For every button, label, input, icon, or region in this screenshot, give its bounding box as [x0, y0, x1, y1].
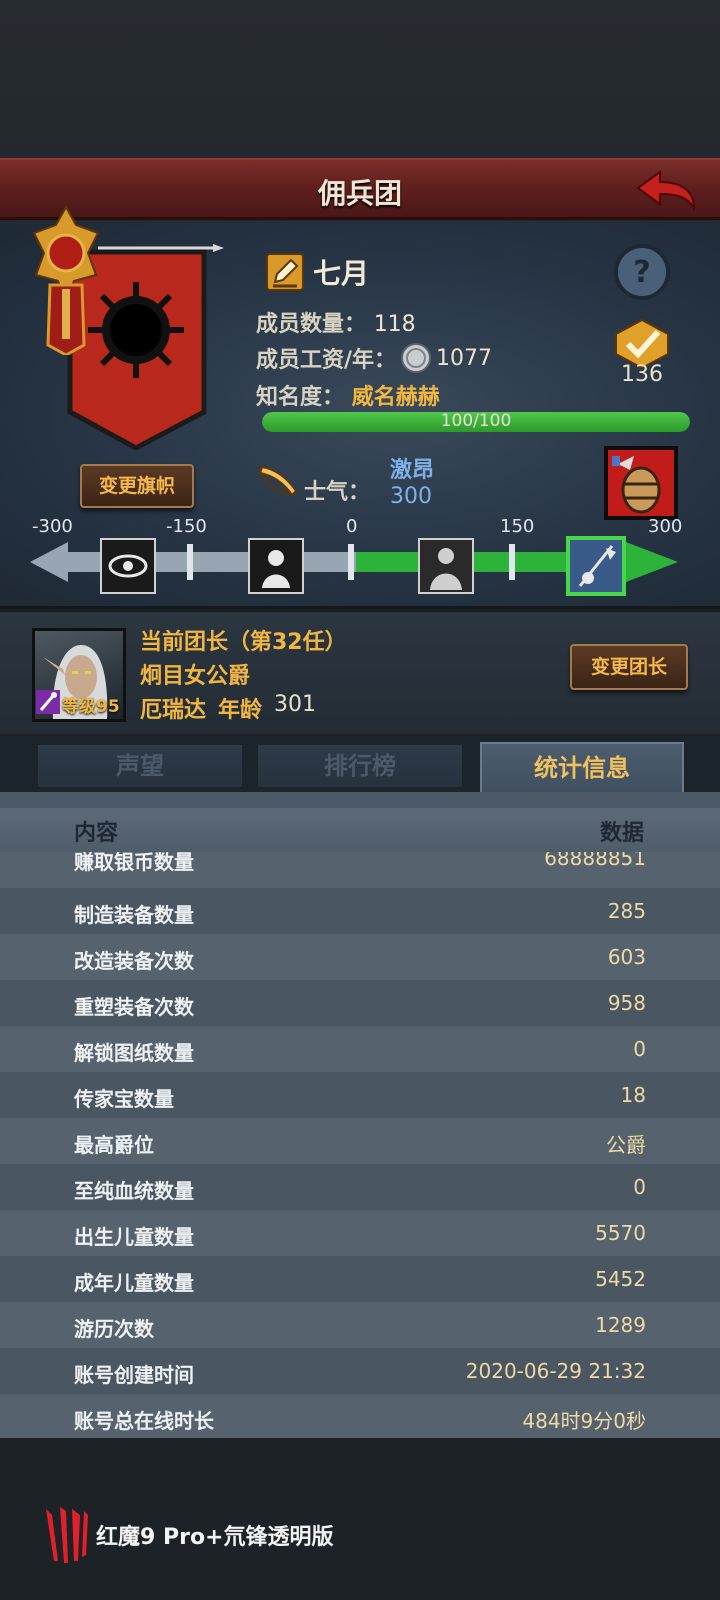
war-horn-icon: [258, 465, 298, 497]
morale-tick-1: -300: [32, 516, 73, 537]
badge-count: 136: [621, 362, 663, 387]
row-label: 改造装备次数: [74, 949, 194, 973]
leader-info-row: 厄瑞达 年龄 301: [140, 692, 316, 724]
wage-stat: 成员工资/年： 1077: [256, 342, 492, 374]
row-label: 出生儿童数量: [74, 1225, 194, 1249]
table-row: 改造装备次数 603: [0, 934, 720, 980]
row-value: 公爵: [606, 1133, 646, 1157]
morale-tick-2: -150: [166, 516, 207, 537]
morale-tick-4: 150: [500, 516, 535, 537]
table-row: 赚取银币数量 68888851: [0, 852, 720, 888]
row-value: 18: [620, 1083, 646, 1107]
svg-text:?: ?: [633, 255, 650, 290]
leader-age-label: 年龄: [218, 698, 263, 723]
row-label: 游历次数: [74, 1317, 154, 1341]
morale-state: 激昂: [390, 458, 435, 483]
fame-stat: 知名度： 威名赫赫: [256, 379, 440, 411]
tab-reputation[interactable]: 声望: [38, 745, 242, 787]
leader-current: 当前团长（第32任）: [140, 630, 347, 655]
statistics-list[interactable]: 赚取银币数量 68888851 制造装备数量 285 改造装备次数 603 重塑装备次…: [0, 852, 720, 1438]
fame-label: 知名度：: [256, 385, 345, 410]
rally-banner-icon[interactable]: [566, 536, 626, 596]
tab-leaderboard[interactable]: 排行榜: [258, 745, 462, 787]
table-row: 至纯血统数量 0: [0, 1164, 720, 1210]
row-label: 成年儿童数量: [74, 1271, 194, 1295]
table-row: 成年儿童数量 5452: [0, 1256, 720, 1302]
column-content: 内容: [74, 821, 119, 846]
table-row: 游历次数 1289: [0, 1302, 720, 1348]
row-value: 1289: [595, 1313, 646, 1337]
leader-age-value: 301: [274, 692, 317, 717]
morale-tick-3: 0: [346, 516, 358, 537]
row-label: 至纯血统数量: [74, 1179, 194, 1203]
row-label: 账号创建时间: [74, 1363, 194, 1387]
barrel-buff-icon[interactable]: [604, 446, 678, 520]
paranoid-eye-icon[interactable]: [100, 538, 156, 594]
table-row: 账号总在线时长 484时9分0秒: [0, 1394, 720, 1438]
row-value: 484时9分0秒: [522, 1409, 646, 1433]
guild-name-row: 七月: [265, 252, 369, 292]
table-row: 最高爵位 公爵: [0, 1118, 720, 1164]
fame-progress-text: 100/100: [440, 411, 512, 431]
guild-crest-icon: [32, 205, 100, 355]
morale-value: 300: [390, 484, 432, 509]
leader-name: 厄瑞达: [140, 698, 207, 723]
table-row: 重塑装备次数 958: [0, 980, 720, 1026]
leader-title: 炯目女公爵: [140, 664, 251, 689]
table-row: 传家宝数量 18: [0, 1072, 720, 1118]
help-icon[interactable]: ?: [612, 242, 672, 302]
staff-class-icon: [36, 690, 60, 714]
row-value: 5570: [595, 1221, 646, 1245]
row-value: 603: [607, 945, 646, 969]
silver-coin-icon: [401, 343, 432, 373]
row-label: 最高爵位: [74, 1133, 154, 1157]
morale-label: 士气：: [304, 480, 371, 505]
wage-value: 1077: [436, 345, 493, 371]
table-row: 出生儿童数量 5570: [0, 1210, 720, 1256]
fame-value: 威名赫赫: [351, 385, 440, 410]
row-value: 68888851: [544, 852, 646, 870]
watermark-text: 红魔9 Pro+氘锋透明版: [96, 1525, 334, 1550]
device-watermark: 红魔9 Pro+氘锋透明版: [42, 1505, 334, 1565]
row-value: 0: [633, 1175, 646, 1199]
despair-figure-icon[interactable]: [248, 538, 304, 594]
edit-name-icon[interactable]: [265, 252, 305, 292]
leader-level: 等级95: [62, 697, 120, 717]
row-value: 285: [607, 899, 646, 923]
row-label: 制造装备数量: [74, 903, 194, 927]
tab-statistics[interactable]: 统计信息: [480, 742, 684, 796]
row-value: 2020-06-29 21:32: [465, 1359, 646, 1383]
row-value: 0: [633, 1037, 646, 1061]
table-row: 制造装备数量 285: [0, 888, 720, 934]
row-value: 958: [607, 991, 646, 1015]
members-value: 118: [373, 312, 416, 337]
members-label: 成员数量：: [256, 312, 367, 337]
change-banner-button[interactable]: 变更旗帜: [80, 464, 194, 508]
back-arrow-icon[interactable]: [634, 168, 698, 212]
row-value: 5452: [595, 1267, 646, 1291]
row-label: 赚取银币数量: [74, 852, 194, 874]
row-label: 账号总在线时长: [74, 1409, 214, 1433]
table-row: 解锁图纸数量 0: [0, 1026, 720, 1072]
row-label: 重塑装备次数: [74, 995, 194, 1019]
table-row: 账号创建时间 2020-06-29 21:32: [0, 1348, 720, 1394]
wage-label: 成员工资/年：: [256, 348, 397, 373]
red-magic-logo-icon: [46, 1507, 88, 1563]
change-leader-button[interactable]: 变更团长: [570, 644, 688, 690]
guild-name: 七月: [313, 257, 370, 290]
members-stat: 成员数量： 118: [256, 306, 416, 338]
morale-tick-5: 300: [648, 516, 683, 537]
column-data: 数据: [599, 821, 644, 846]
row-label: 传家宝数量: [74, 1087, 174, 1111]
row-label: 解锁图纸数量: [74, 1041, 194, 1065]
calm-figure-icon[interactable]: [418, 538, 474, 594]
